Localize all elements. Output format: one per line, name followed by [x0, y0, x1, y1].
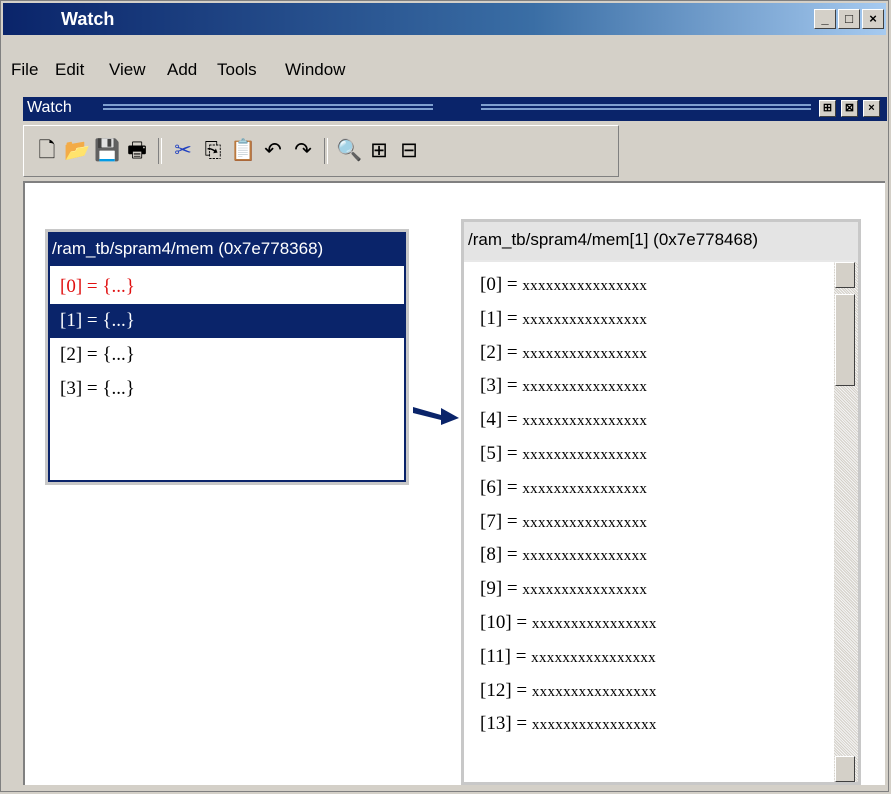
- row-index: [4] =: [480, 409, 523, 431]
- row-value: xxxxxxxxxxxxxxxx: [522, 446, 648, 463]
- close-button[interactable]: ×: [862, 9, 884, 29]
- menu-file[interactable]: File: [11, 60, 38, 80]
- watch-canvas: /ram_tb/spram4/mem (0x7e778368) [0] = {.…: [23, 181, 885, 785]
- row-value: xxxxxxxxxxxxxxxx: [522, 582, 648, 599]
- redo-icon[interactable]: ↷: [290, 138, 316, 164]
- row-value: xxxxxxxxxxxxxxxx: [522, 480, 648, 497]
- list-item[interactable]: [7] = xxxxxxxxxxxxxxxx: [464, 505, 834, 539]
- print-icon[interactable]: 🖶: [124, 138, 150, 164]
- row-value: xxxxxxxxxxxxxxxx: [531, 615, 657, 632]
- drag-grip[interactable]: [481, 104, 811, 110]
- undock-button[interactable]: ⊞: [819, 100, 836, 117]
- list-item-selected[interactable]: [1] = {...}: [50, 304, 404, 338]
- watch-window: Watch _ □ × File Edit View Add Tools Win…: [0, 0, 889, 792]
- undo-icon[interactable]: ↶: [260, 138, 286, 164]
- list-item[interactable]: [2] = xxxxxxxxxxxxxxxx: [464, 336, 834, 370]
- row-index: [6] =: [480, 476, 523, 498]
- subwindow-titlebar[interactable]: Watch ⊞ ⊠ ×: [23, 97, 887, 121]
- list-item[interactable]: [0] = {...}: [50, 270, 404, 304]
- list-item[interactable]: [3] = {...}: [50, 372, 404, 406]
- row-index: [9] =: [480, 578, 523, 600]
- row-index: [2] =: [480, 341, 523, 363]
- memory-panel[interactable]: /ram_tb/spram4/mem (0x7e778368) [0] = {.…: [45, 229, 409, 485]
- minimize-button[interactable]: _: [814, 9, 836, 29]
- scroll-down-button[interactable]: [835, 756, 855, 782]
- row-value: xxxxxxxxxxxxxxxx: [522, 514, 648, 531]
- copy-icon[interactable]: ⎘: [200, 138, 226, 164]
- row-value: xxxxxxxxxxxxxxxx: [522, 379, 648, 396]
- memory-element-panel-title: /ram_tb/spram4/mem[1] (0x7e778468): [464, 222, 858, 260]
- list-item[interactable]: [8] = xxxxxxxxxxxxxxxx: [464, 538, 834, 572]
- new-file-icon[interactable]: 🗋: [34, 138, 60, 164]
- row-index: [12] =: [480, 679, 532, 701]
- list-item[interactable]: [10] = xxxxxxxxxxxxxxxx: [464, 606, 834, 640]
- find-icon[interactable]: 🔍: [336, 138, 362, 164]
- menu-window[interactable]: Window: [285, 60, 345, 80]
- list-item[interactable]: [4] = xxxxxxxxxxxxxxxx: [464, 403, 834, 437]
- row-index: [11] =: [480, 645, 532, 667]
- restore-button[interactable]: ⊠: [841, 100, 858, 117]
- row-value: xxxxxxxxxxxxxxxx: [522, 413, 648, 430]
- row-index: [1] =: [480, 307, 523, 329]
- row-index: [7] =: [480, 510, 523, 532]
- toolbar-separator: [158, 138, 162, 164]
- memory-panel-title: /ram_tb/spram4/mem (0x7e778368): [48, 232, 406, 266]
- row-value: xxxxxxxxxxxxxxxx: [522, 278, 648, 294]
- memory-list: [0] = {...} [1] = {...} [2] = {...} [3] …: [48, 266, 406, 482]
- list-item[interactable]: [3] = xxxxxxxxxxxxxxxx: [464, 369, 834, 403]
- menu-edit[interactable]: Edit: [55, 60, 84, 80]
- row-index: [0] =: [480, 274, 523, 295]
- list-item[interactable]: [6] = xxxxxxxxxxxxxxxx: [464, 471, 834, 505]
- drag-grip[interactable]: [103, 104, 433, 110]
- list-item[interactable]: [2] = {...}: [50, 338, 404, 372]
- list-item[interactable]: [11] = xxxxxxxxxxxxxxxx: [464, 640, 834, 674]
- list-item[interactable]: [0] = xxxxxxxxxxxxxxxx: [464, 268, 834, 302]
- row-value: xxxxxxxxxxxxxxxx: [522, 345, 648, 362]
- row-index: [5] =: [480, 442, 523, 464]
- memory-element-list: [0] = xxxxxxxxxxxxxxxx [1] = xxxxxxxxxxx…: [464, 262, 834, 782]
- menu-bar: File Edit View Add Tools Window: [3, 57, 886, 87]
- row-value: xxxxxxxxxxxxxxxx: [531, 717, 657, 734]
- list-item[interactable]: [9] = xxxxxxxxxxxxxxxx: [464, 572, 834, 606]
- memory-element-panel[interactable]: /ram_tb/spram4/mem[1] (0x7e778468) [0] =…: [461, 219, 861, 785]
- row-value: xxxxxxxxxxxxxxxx: [522, 311, 648, 328]
- menu-view[interactable]: View: [109, 60, 146, 80]
- menu-add[interactable]: Add: [167, 60, 197, 80]
- subwindow-close-button[interactable]: ×: [863, 100, 880, 117]
- row-value: xxxxxxxxxxxxxxxx: [531, 649, 656, 666]
- row-index: [3] =: [480, 375, 523, 397]
- save-icon[interactable]: 💾: [94, 138, 120, 164]
- scroll-thumb[interactable]: [835, 294, 855, 386]
- menu-tools[interactable]: Tools: [217, 60, 257, 80]
- cut-icon[interactable]: ✂: [170, 138, 196, 164]
- list-item[interactable]: [12] = xxxxxxxxxxxxxxxx: [464, 674, 834, 708]
- list-item[interactable]: [5] = xxxxxxxxxxxxxxxx: [464, 437, 834, 471]
- link-arrow-icon: [413, 407, 459, 425]
- row-index: [10] =: [480, 611, 532, 633]
- window-title: Watch: [61, 9, 115, 29]
- vertical-scrollbar[interactable]: [834, 262, 858, 782]
- scroll-up-button[interactable]: [835, 262, 855, 288]
- list-item[interactable]: [1] = xxxxxxxxxxxxxxxx: [464, 302, 834, 336]
- expand-icon[interactable]: ⊞: [366, 138, 392, 164]
- collapse-icon[interactable]: ⊟: [396, 138, 422, 164]
- toolbar-separator: [324, 138, 328, 164]
- row-value: xxxxxxxxxxxxxxxx: [522, 548, 648, 565]
- subwindow-title: Watch: [27, 99, 72, 116]
- row-index: [8] =: [480, 544, 523, 566]
- row-index: [13] =: [480, 713, 532, 735]
- toolbar: 🗋 📂 💾 🖶 ✂ ⎘ 📋 ↶ ↷ 🔍 ⊞ ⊟: [23, 125, 619, 177]
- paste-icon[interactable]: 📋: [230, 138, 256, 164]
- row-value: xxxxxxxxxxxxxxxx: [531, 683, 657, 700]
- list-item[interactable]: [13] = xxxxxxxxxxxxxxxx: [464, 707, 834, 741]
- window-titlebar[interactable]: Watch _ □ ×: [3, 3, 886, 35]
- open-folder-icon[interactable]: 📂: [64, 138, 90, 164]
- maximize-button[interactable]: □: [838, 9, 860, 29]
